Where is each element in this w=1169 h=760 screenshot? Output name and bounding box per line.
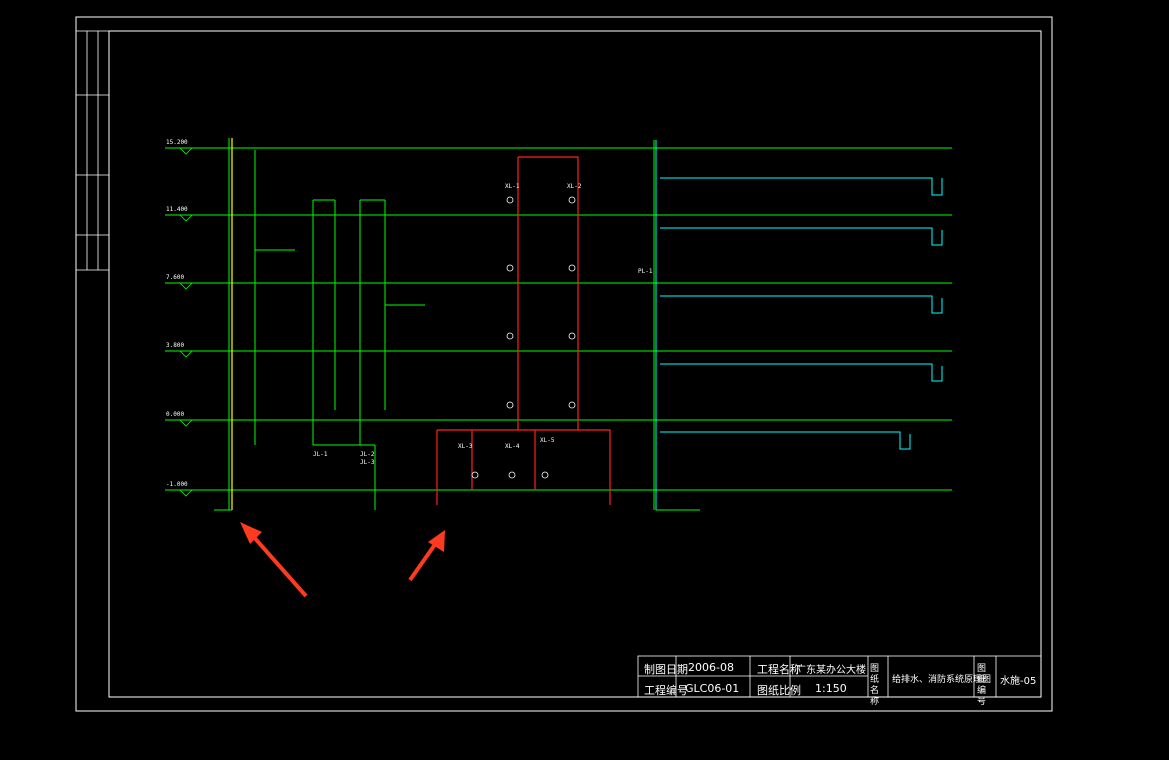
riser-label-pl1: PL-1 [638,268,653,275]
riser-label-jl1: JL-1 [313,451,328,458]
level-label-floor1: 3.800 [166,342,184,349]
hydrant-cabinets [471,196,576,479]
level-markers [179,147,193,497]
riser-label-xl5: XL-5 [540,437,555,444]
title-block-scale-label: 图纸比例 [757,684,801,697]
level-label-basement: -1.000 [166,481,188,488]
riser-label-jl2: JL-2 [360,451,375,458]
signature-strip [76,30,109,271]
level-label-floor2: 7.600 [166,274,184,281]
pl1-green-riser [653,140,700,511]
level-label-ground: 0.000 [166,411,184,418]
title-block-date-value: 2006-08 [688,661,734,674]
title-block-number-label: 工程编号 [644,684,688,697]
title-block-number-value: GLC06-01 [685,682,740,695]
cad-drawing-canvas: 15.200 11.400 7.600 3.800 0.000 -1.000 J… [75,16,1053,712]
riser-label-xl2: XL-2 [567,183,582,190]
floor-level-lines [165,147,952,491]
title-block-sheet-value: 水施-05 [1000,676,1037,687]
title-block-drawing-name-label: 图纸名称 [870,664,880,707]
riser-label-xl4: XL-4 [505,443,520,450]
riser-label-jl3: JL-3 [360,459,375,466]
level-label-roof: 15.200 [166,139,188,146]
red-arrow-right [408,530,445,582]
title-block-sheet-label: 图纸编号 [977,664,987,707]
drainage-branches [655,140,943,510]
title-block-project-label: 工程名称 [757,663,801,676]
title-block-scale-value: 1:150 [815,682,847,695]
title-block-project-value: 广东某办公大楼 [796,665,866,676]
riser-label-xl1: XL-1 [505,183,520,190]
level-label-floor3: 11.400 [166,206,188,213]
fire-hydrant-risers [436,156,611,505]
red-arrow-left [240,522,308,598]
left-riser-green [214,138,295,511]
title-block-date-label: 制图日期 [644,663,688,676]
riser-label-xl3: XL-3 [458,443,473,450]
